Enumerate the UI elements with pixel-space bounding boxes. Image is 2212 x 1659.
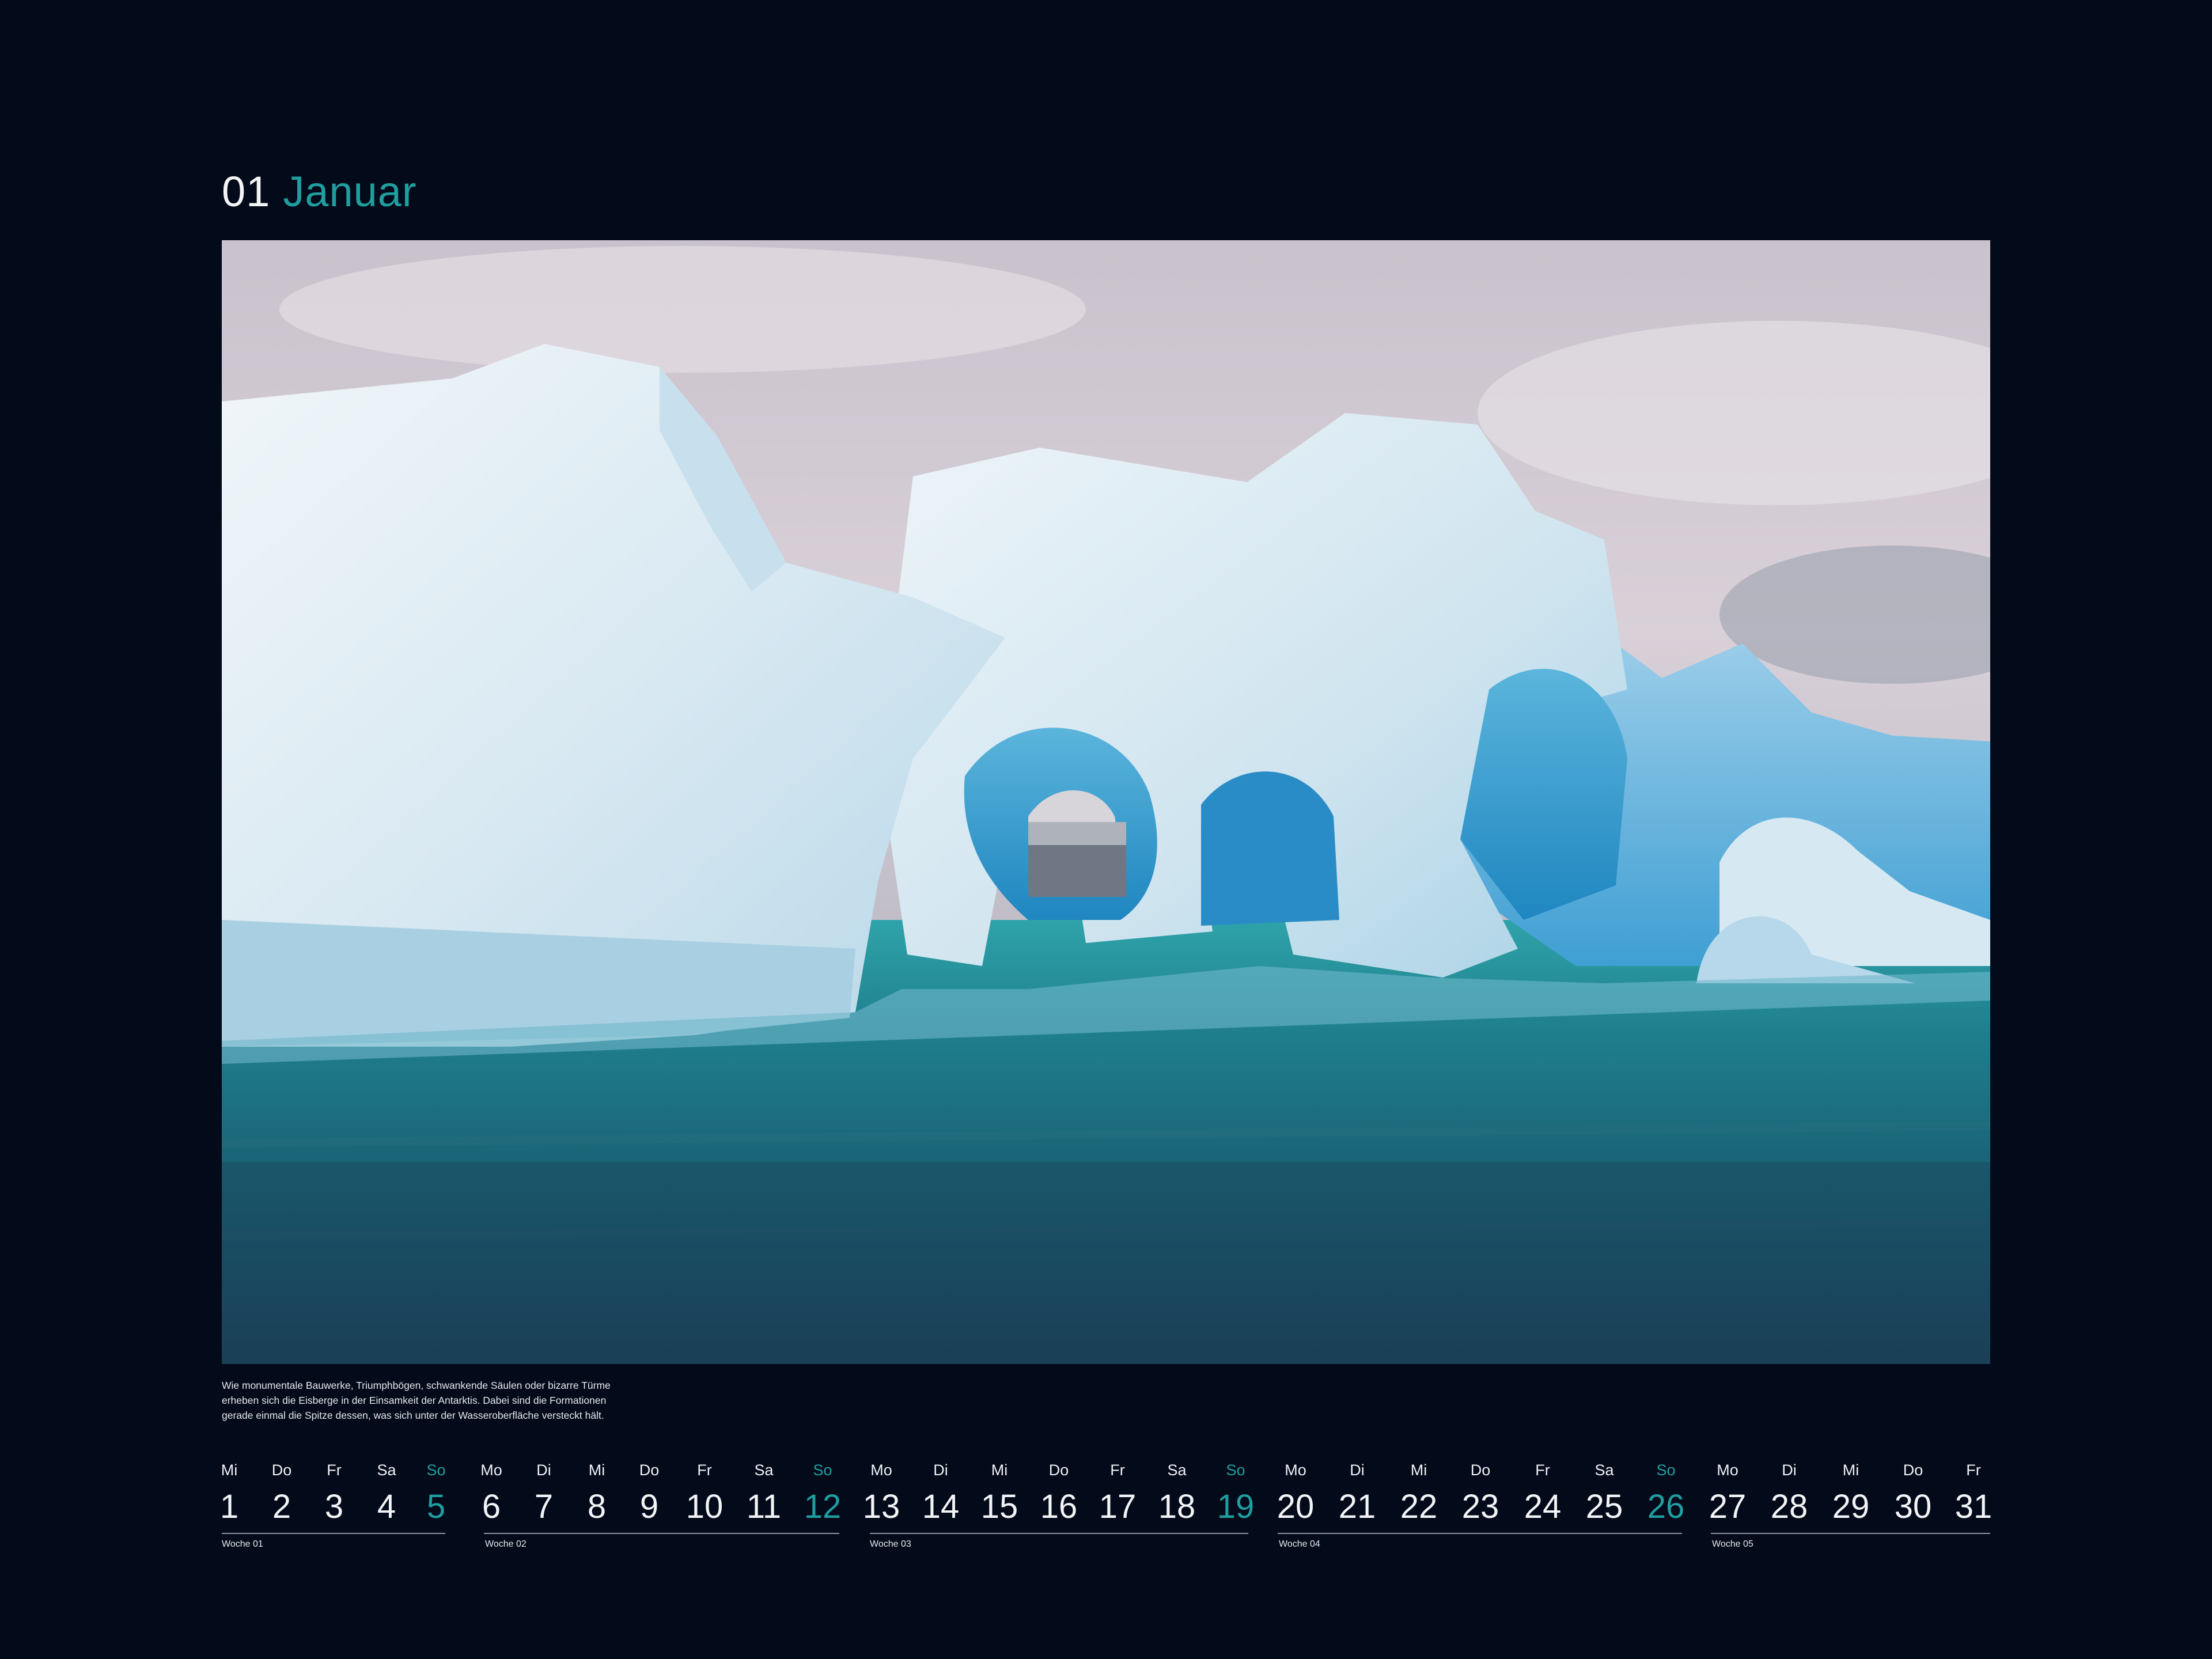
weekday-name: Sa	[754, 1461, 774, 1479]
weekday-name: Mi	[991, 1461, 1008, 1479]
day-number: 10	[685, 1488, 724, 1525]
day-cell[interactable]: Sa 11	[732, 1459, 796, 1524]
day-number: 14	[922, 1488, 960, 1525]
month-name: Januar	[283, 168, 417, 215]
day-cell[interactable]: Fr 17	[1086, 1459, 1149, 1524]
month-number: 01	[222, 168, 271, 215]
day-cell[interactable]: Do 9	[618, 1459, 681, 1524]
day-cell[interactable]: Mo 27	[1696, 1459, 1759, 1524]
weekday-name: Mo	[870, 1461, 892, 1479]
day-number: 12	[804, 1488, 842, 1525]
week-divider	[484, 1533, 839, 1534]
day-cell[interactable]: Fr 24	[1511, 1459, 1574, 1524]
weekday-name: Do	[639, 1461, 660, 1479]
day-number: 11	[746, 1488, 782, 1525]
weekday-name: Fr	[1110, 1461, 1125, 1479]
day-number: 15	[980, 1488, 1018, 1525]
day-cell[interactable]: Mo 13	[850, 1459, 913, 1524]
day-cell[interactable]: Sa 18	[1145, 1459, 1209, 1524]
day-number: 28	[1770, 1488, 1808, 1525]
day-cell[interactable]: Do 30	[1881, 1459, 1945, 1524]
day-cell[interactable]: Di 21	[1325, 1459, 1389, 1524]
caption-line: erheben sich die Eisberge in der Einsamk…	[222, 1395, 607, 1406]
day-cell-sunday[interactable]: So 26	[1634, 1459, 1698, 1524]
day-number: 31	[1955, 1488, 1993, 1525]
day-cell[interactable]: Mi 22	[1387, 1459, 1450, 1524]
weekday-name: Di	[1782, 1461, 1797, 1479]
week-label: Woche 02	[485, 1539, 527, 1549]
weekday-name: Mo	[1285, 1461, 1306, 1479]
day-cell[interactable]: Di 14	[909, 1459, 972, 1524]
day-cell-sunday[interactable]: So 12	[791, 1459, 854, 1524]
weekday-name: Mi	[1410, 1461, 1427, 1479]
week-divider	[1278, 1533, 1682, 1534]
day-cell[interactable]: Fr 31	[1942, 1459, 2005, 1524]
day-cell[interactable]: Fr 10	[673, 1459, 736, 1524]
weekday-name: Fr	[1535, 1461, 1550, 1479]
day-number: 25	[1585, 1488, 1623, 1525]
day-number: 26	[1647, 1488, 1685, 1525]
day-cell[interactable]: Do 23	[1449, 1459, 1512, 1524]
weekday-name: Mi	[1842, 1461, 1859, 1479]
weekday-name: Do	[1048, 1461, 1069, 1479]
caption-line: gerade einmal die Spitze dessen, was sic…	[222, 1410, 604, 1421]
day-cell[interactable]: Sa 25	[1573, 1459, 1636, 1524]
day-cell[interactable]: Mo 20	[1264, 1459, 1327, 1524]
week-label: Woche 04	[1279, 1539, 1320, 1549]
photo-caption: Wie monumentale Bauwerke, Triumphbögen, …	[222, 1378, 729, 1423]
weekday-name: So	[1226, 1461, 1245, 1479]
day-number: 17	[1099, 1488, 1137, 1525]
iceberg-photo	[222, 240, 1990, 1364]
day-number: 27	[1709, 1488, 1747, 1525]
calendar-page: 01 Januar Wie monumentale Bauwerke, Triu…	[0, 0, 2212, 1659]
weekday-name: Sa	[1167, 1461, 1187, 1479]
day-number: 18	[1158, 1488, 1196, 1525]
day-number: 30	[1894, 1488, 1932, 1525]
weekday-name: Di	[1350, 1461, 1365, 1479]
day-cell-sunday[interactable]: So 19	[1204, 1459, 1267, 1524]
day-cell-sunday[interactable]: So 5	[404, 1459, 468, 1524]
day-number: 19	[1217, 1488, 1255, 1525]
day-number: 24	[1524, 1488, 1562, 1525]
week-label: Woche 03	[870, 1539, 911, 1549]
week-divider	[1711, 1533, 1990, 1534]
day-number: 22	[1400, 1488, 1438, 1525]
weekday-name: Fr	[1966, 1461, 1981, 1479]
weekday-name: So	[426, 1461, 446, 1479]
day-cell[interactable]: Mi 15	[968, 1459, 1031, 1524]
day-number: 13	[862, 1488, 900, 1525]
day-cell[interactable]: Mi 29	[1819, 1459, 1883, 1524]
week-label: Woche 05	[1712, 1539, 1753, 1549]
day-number: 20	[1277, 1488, 1315, 1525]
day-number: 9	[639, 1488, 659, 1525]
weekday-name: Do	[1903, 1461, 1923, 1479]
day-number: 21	[1338, 1488, 1376, 1525]
weekday-name: So	[813, 1461, 832, 1479]
caption-line: Wie monumentale Bauwerke, Triumphbögen, …	[222, 1380, 611, 1391]
weekday-name: Fr	[697, 1461, 712, 1479]
weekday-name: Sa	[1594, 1461, 1614, 1479]
week-label: Woche 01	[222, 1539, 263, 1549]
day-cell[interactable]: Do 16	[1027, 1459, 1090, 1524]
day-cell[interactable]: Di 28	[1758, 1459, 1821, 1524]
weekday-name: Do	[1470, 1461, 1491, 1479]
day-number: 23	[1461, 1488, 1499, 1525]
month-header: 01 Januar	[222, 171, 417, 213]
week-divider	[870, 1533, 1248, 1534]
day-number: 29	[1832, 1488, 1870, 1525]
weekday-name: So	[1656, 1461, 1676, 1479]
weekday-name: Mo	[1717, 1461, 1738, 1479]
week-divider	[222, 1533, 445, 1534]
day-number: 16	[1040, 1488, 1078, 1525]
weekday-name: Di	[933, 1461, 948, 1479]
day-number: 5	[426, 1488, 446, 1525]
